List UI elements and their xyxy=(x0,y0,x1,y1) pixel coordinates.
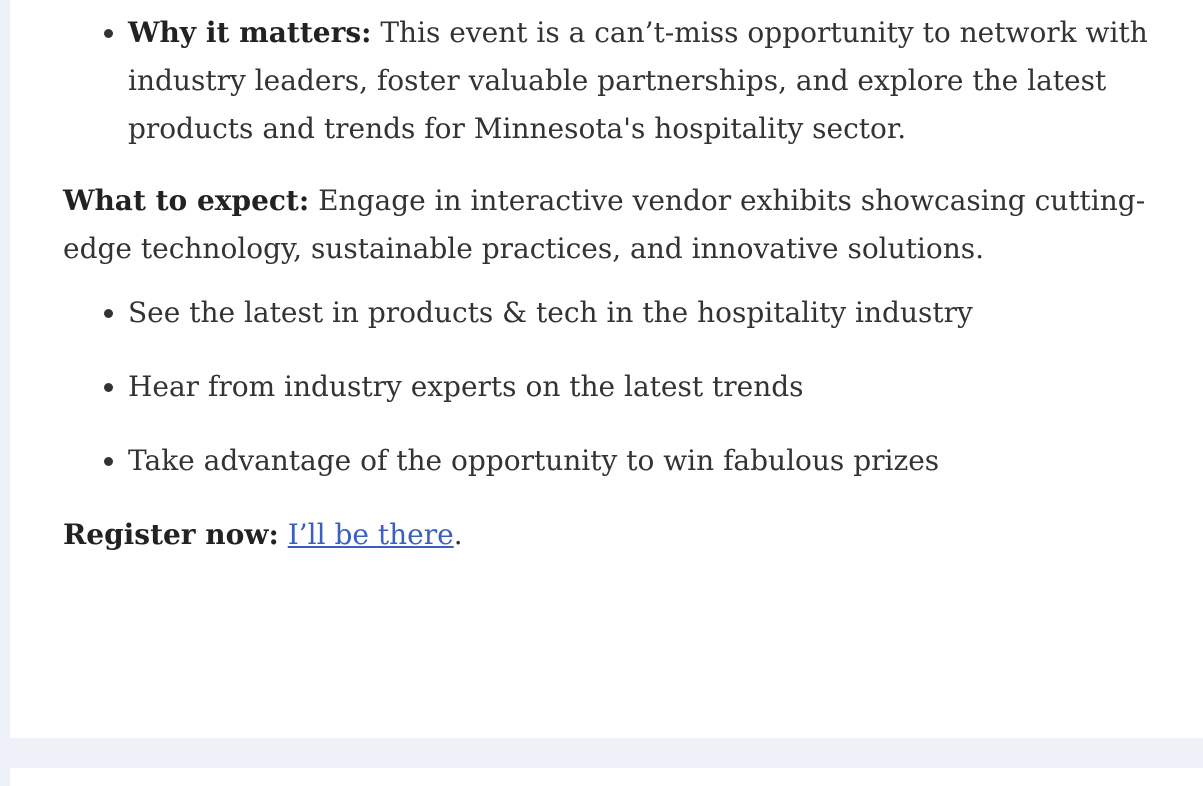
register-link[interactable]: I’ll be there xyxy=(288,518,454,551)
email-content: Why it matters: This event is a can’t-mi… xyxy=(63,0,1203,559)
register-label: Register now: xyxy=(63,518,279,551)
why-item: Why it matters: This event is a can’t-mi… xyxy=(128,9,1203,153)
why-label: Why it matters: xyxy=(128,16,372,49)
page: Why it matters: This event is a can’t-mi… xyxy=(0,0,1203,786)
list-item: Hear from industry experts on the latest… xyxy=(128,363,1203,411)
next-card xyxy=(10,768,1203,786)
register-suffix: . xyxy=(453,518,463,551)
list-item: See the latest in products & tech in the… xyxy=(128,289,1203,337)
list-item: Take advantage of the opportunity to win… xyxy=(128,437,1203,485)
what-to-expect-paragraph: What to expect: Engage in interactive ve… xyxy=(63,177,1203,273)
why-list: Why it matters: This event is a can’t-mi… xyxy=(63,0,1203,153)
email-card: Why it matters: This event is a can’t-mi… xyxy=(10,0,1203,738)
what-to-expect-label: What to expect: xyxy=(63,184,310,217)
expect-list: See the latest in products & tech in the… xyxy=(63,289,1203,485)
register-paragraph: Register now: I’ll be there. xyxy=(63,511,1203,559)
